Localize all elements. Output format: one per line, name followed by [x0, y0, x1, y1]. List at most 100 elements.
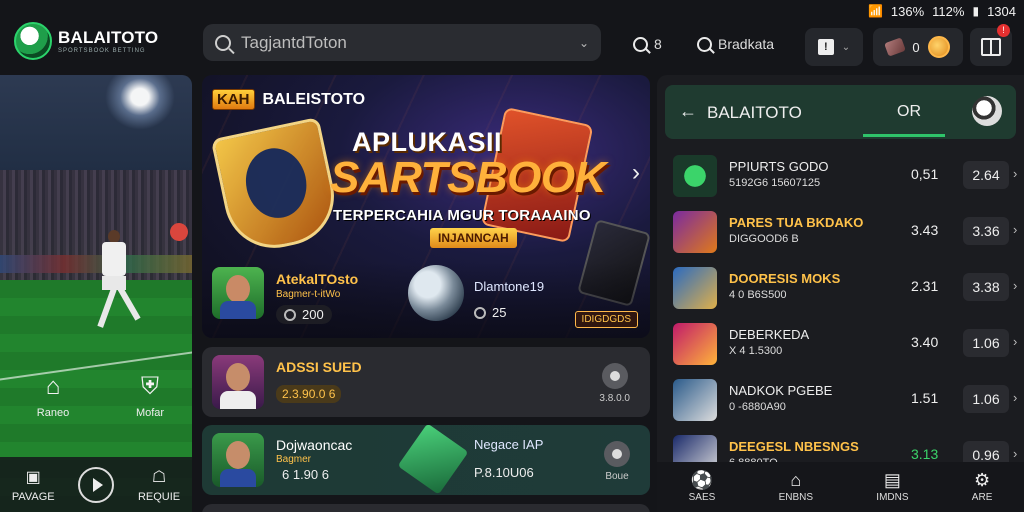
game-card[interactable]: ADSSI SUED 2.3.90.0 6 3.8.0.0 [202, 347, 650, 417]
odds-panel: ← BALAITOTO OR PPIURTS GODO 5192G6 156071… [657, 75, 1024, 512]
match-detail: DIGGOOD6 B [729, 233, 799, 245]
banner-badge: KAH [212, 89, 255, 110]
player-stat: 200 [276, 305, 332, 324]
bottom-item-settings[interactable]: ⚙ ARE [972, 471, 993, 503]
logo-subtitle: SPORTSBOOK BETTING [58, 48, 146, 54]
promo-banner[interactable]: KAH BALEISTOTO APLUKASII SARTSBOOK TERPE… [202, 75, 650, 338]
ball-icon[interactable] [972, 96, 1002, 126]
card-mid-value: P.8.10U06 [474, 465, 534, 480]
match-name: DOORESIS MOKS [729, 271, 841, 286]
match-stat-value: 25 [492, 305, 507, 320]
bottom-item-sports[interactable]: ⚽ SAES [689, 471, 716, 503]
avatar [212, 355, 264, 409]
banner-pill[interactable]: INJANNCAH [430, 228, 517, 248]
search-bar[interactable]: ⌄ [203, 24, 601, 61]
bottom-item-label: IMDNS [876, 492, 909, 503]
bottom-item-label: ARE [971, 492, 993, 503]
bottom-item-bag[interactable]: ☖ REQUIE [138, 467, 180, 503]
banner-brand: BALEISTOTO [262, 90, 366, 108]
odds-row[interactable]: DOORESIS MOKS 4 0 B6S500 2.31 3.38 › [673, 263, 1017, 313]
card-value: 6 1.90 6 [282, 467, 329, 482]
chevron-right-icon[interactable]: › [1013, 446, 1017, 461]
nav-item-home[interactable]: ⌂ Raneo [18, 375, 88, 420]
left-bottom-bar: ▣ PAVAGE ☖ REQUIE [0, 457, 192, 512]
wallet-button[interactable]: ! ⌄ [805, 28, 863, 66]
avatar[interactable] [212, 267, 264, 319]
odds-value-1[interactable]: 1.51 [911, 390, 938, 406]
odds-value-1[interactable]: 0,51 [911, 166, 938, 182]
game-card[interactable]: Dojwaoncac Bagmer 6 1.90 6 Negace IAP P.… [202, 425, 650, 495]
game-card-peek [202, 504, 650, 512]
match-label: Dlamtone19 [474, 279, 545, 294]
banner-cta-button[interactable]: IDIGDGDS [574, 311, 638, 328]
card-subtitle: Bagmer [276, 454, 312, 465]
nav-item-label: Raneo [36, 407, 70, 419]
player-stat-value: 200 [302, 307, 324, 322]
list-icon: ▤ [883, 470, 901, 490]
tab-or[interactable]: OR [897, 103, 921, 121]
user-icon [601, 363, 628, 389]
coin-icon [927, 36, 950, 58]
odds-row[interactable]: PARES TUA BKDAKO DIGGOOD6 B 3.43 3.36 › [673, 207, 1017, 257]
odds-value-1[interactable]: 3.13 [911, 446, 938, 462]
chevron-right-icon[interactable]: › [632, 159, 640, 187]
bookmarks-search-label: Bradkata [718, 36, 775, 52]
shield-icon: ⛨ [141, 373, 159, 400]
gift-button[interactable]: ! [970, 24, 1012, 66]
boot-graphic [397, 425, 469, 495]
ball-graphic [408, 265, 464, 321]
gem-icon [884, 37, 907, 57]
play-button[interactable] [78, 466, 115, 503]
chevron-right-icon[interactable]: › [1013, 278, 1017, 293]
coin-icon [474, 306, 486, 319]
odds-row[interactable]: DEBERKEDA X 4 1.5300 3.40 1.06 › [673, 319, 1017, 369]
odds-value-2[interactable]: 3.36 [963, 217, 1009, 245]
team-logo [673, 211, 717, 253]
chevron-right-icon[interactable]: › [1013, 166, 1017, 181]
search-icon [215, 34, 231, 51]
quick-search[interactable]: 8 [633, 36, 662, 52]
odds-value-1[interactable]: 3.40 [911, 334, 938, 350]
odds-row[interactable]: NADKOK PGEBE 0 -6880A90 1.51 1.06 › [673, 375, 1017, 425]
logo-name: BALAITOTO [58, 28, 159, 47]
chevron-down-icon[interactable]: ⌄ [579, 36, 589, 50]
coins-button[interactable]: 0 [873, 28, 963, 66]
odds-value-2[interactable]: 3.38 [963, 273, 1009, 301]
chevron-right-icon[interactable]: › [1013, 334, 1017, 349]
user-icon [604, 441, 630, 467]
odds-row[interactable]: PPIURTS GODO 5192G6 15607125 0,51 2.64 › [673, 151, 1017, 201]
app-logo[interactable]: BALAITOTO SPORTSBOOK BETTING [14, 22, 158, 60]
nav-item-shield[interactable]: ⛨ Mofar [115, 373, 185, 420]
status-bar: 📶 136% 112% ▮ 1304 [764, 0, 1024, 22]
card-action[interactable]: 3.8.0.0 [599, 363, 630, 404]
ball-icon: ⚽ [690, 470, 714, 490]
odds-header: ← BALAITOTO OR [665, 85, 1016, 139]
odds-value-2[interactable]: 1.06 [963, 385, 1009, 413]
chevron-right-icon[interactable]: › [1013, 390, 1017, 405]
card-action[interactable]: Boue [604, 441, 630, 482]
odds-value-2[interactable]: 2.64 [963, 161, 1009, 189]
odds-value-2[interactable]: 1.06 [963, 329, 1009, 357]
bottom-item-tv[interactable]: ▣ PAVAGE [12, 467, 55, 503]
bookmarks-search[interactable]: Bradkata [697, 36, 774, 52]
notification-badge: ! [997, 24, 1010, 37]
card-action-label: Boue [605, 471, 629, 482]
bottom-item-list[interactable]: ▤ IMDNS [876, 471, 908, 503]
bottom-item-home[interactable]: ⌂ ENBNS [779, 471, 813, 503]
bottom-item-label: SAES [688, 492, 716, 503]
banner-subtitle: TERPERCAHIA MGUR TORAAAINO [333, 207, 591, 224]
search-input[interactable] [241, 32, 569, 53]
chevron-right-icon[interactable]: › [1013, 222, 1017, 237]
back-arrow-icon[interactable]: ← [679, 101, 697, 122]
odds-value-1[interactable]: 3.43 [911, 222, 938, 238]
nav-item-label: Mofar [135, 407, 165, 419]
football-player-image [92, 230, 141, 340]
odds-value-1[interactable]: 2.31 [911, 278, 938, 294]
soccer-ball-icon [14, 22, 52, 60]
right-bottom-bar: ⚽ SAES ⌂ ENBNS ▤ IMDNS ⚙ ARE [657, 462, 1024, 512]
card-title: ADSSI SUED [276, 359, 362, 375]
chevron-down-icon: ⌄ [841, 41, 851, 53]
search-icon [697, 36, 712, 52]
clock: 1304 [987, 3, 1016, 19]
avatar [212, 433, 264, 487]
